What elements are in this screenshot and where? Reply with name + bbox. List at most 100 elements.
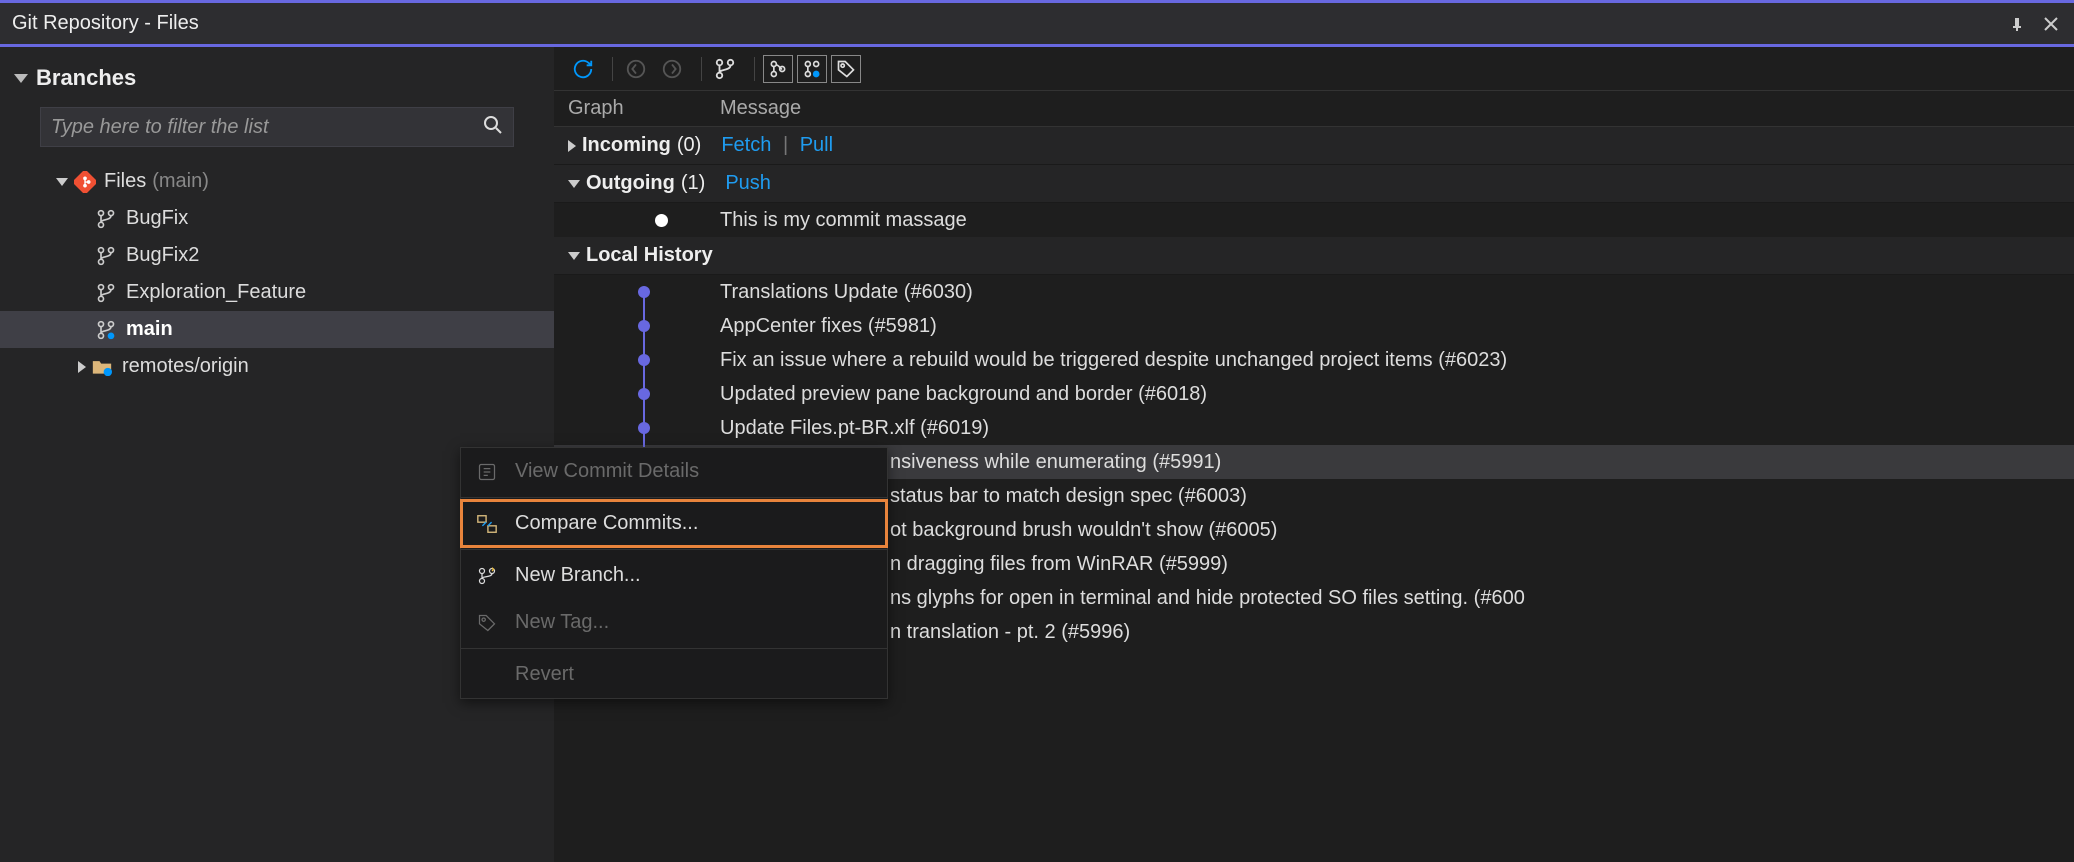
commit-message: This is my commit massage	[720, 209, 2074, 232]
new-branch-icon	[475, 564, 499, 588]
commit-message: status bar to match design spec (#6003)	[720, 485, 2074, 508]
commit-message: n translation - pt. 2 (#5996)	[720, 621, 2074, 644]
pull-link[interactable]: Pull	[800, 134, 833, 156]
push-link[interactable]: Push	[725, 172, 771, 194]
link-separator: |	[783, 134, 788, 156]
remotes-node[interactable]: remotes/origin	[0, 348, 554, 385]
revert-icon	[475, 663, 499, 687]
branch-icon	[96, 283, 116, 303]
chevron-down-icon	[568, 252, 580, 260]
outgoing-section[interactable]: Outgoing (1) Push	[554, 165, 2074, 203]
outgoing-count: (1)	[681, 172, 705, 195]
ctx-revert: Revert	[461, 651, 887, 698]
toolbar-separator	[612, 57, 613, 81]
branch-tree: Files (main) BugFix BugFix2 Exploration_…	[0, 157, 554, 385]
chevron-down-icon	[568, 180, 580, 188]
tags-toggle[interactable]	[831, 55, 861, 83]
branch-item[interactable]: BugFix2	[0, 237, 554, 274]
refresh-button[interactable]	[568, 54, 598, 84]
commit-row[interactable]: AppCenter fixes (#5981)	[554, 309, 2074, 343]
ctx-new-branch[interactable]: New Branch...	[461, 552, 887, 599]
commit-dot	[638, 388, 650, 400]
branch-filter-input[interactable]	[51, 116, 483, 139]
pin-icon[interactable]	[2006, 13, 2028, 35]
new-tag-icon	[475, 611, 499, 635]
compare-icon	[475, 512, 499, 536]
commit-message: AppCenter fixes (#5981)	[720, 315, 2074, 338]
branch-graph-button[interactable]	[710, 54, 740, 84]
branch-icon	[96, 246, 116, 266]
incoming-label: Incoming	[582, 134, 671, 157]
ctx-compare-commits[interactable]: Compare Commits...	[461, 500, 887, 547]
commit-context-menu: View Commit Details Compare Commits... N…	[460, 447, 888, 699]
col-message-header: Message	[720, 97, 2060, 120]
outgoing-commit-row[interactable]: This is my commit massage	[554, 203, 2074, 237]
local-history-section[interactable]: Local History	[554, 237, 2074, 275]
branch-item[interactable]: Exploration_Feature	[0, 274, 554, 311]
folder-remote-icon	[92, 358, 112, 376]
branch-name: BugFix2	[126, 244, 199, 267]
branch-icon	[96, 209, 116, 229]
toolbar-separator	[701, 57, 702, 81]
commit-message: Updated preview pane background and bord…	[720, 383, 2074, 406]
commit-message: ot background brush wouldn't show (#6005…	[720, 519, 2074, 542]
graph-remote-toggle[interactable]	[797, 55, 827, 83]
commit-dot	[638, 422, 650, 434]
commit-row[interactable]: Translations Update (#6030)	[554, 275, 2074, 309]
chevron-right-icon	[78, 361, 86, 373]
commit-details-icon	[475, 460, 499, 484]
commit-message: ns glyphs for open in terminal and hide …	[720, 587, 2074, 610]
commit-dot	[638, 286, 650, 298]
incoming-count: (0)	[677, 134, 701, 157]
window-title: Git Repository - Files	[12, 12, 199, 35]
chevron-down-icon	[14, 74, 28, 83]
repo-root-node[interactable]: Files (main)	[0, 163, 554, 200]
commit-row[interactable]: Fix an issue where a rebuild would be tr…	[554, 343, 2074, 377]
branch-item[interactable]: BugFix	[0, 200, 554, 237]
history-back-button	[621, 54, 651, 84]
toolbar-separator	[754, 57, 755, 81]
branch-name: Exploration_Feature	[126, 281, 306, 304]
branches-label: Branches	[36, 65, 136, 91]
commit-row[interactable]: Updated preview pane background and bord…	[554, 377, 2074, 411]
ctx-label: New Tag...	[515, 611, 609, 634]
history-toolbar	[554, 47, 2074, 91]
incoming-section[interactable]: Incoming (0) Fetch | Pull	[554, 127, 2074, 165]
branch-item-current[interactable]: main	[0, 311, 554, 348]
history-columns-header: Graph Message	[554, 91, 2074, 127]
col-graph-header: Graph	[568, 97, 720, 120]
git-icon	[74, 171, 96, 193]
ctx-view-commit-details: View Commit Details	[461, 448, 887, 495]
chevron-right-icon	[568, 140, 576, 152]
ctx-new-tag: New Tag...	[461, 599, 887, 646]
ctx-label: Revert	[515, 663, 574, 686]
commit-message: Fix an issue where a rebuild would be tr…	[720, 349, 2074, 372]
commit-row[interactable]: Update Files.pt-BR.xlf (#6019)	[554, 411, 2074, 445]
menu-separator	[461, 648, 887, 649]
menu-separator	[461, 497, 887, 498]
commit-message: Update Files.pt-BR.xlf (#6019)	[720, 417, 2074, 440]
fetch-link[interactable]: Fetch	[721, 134, 771, 156]
branch-filter[interactable]	[40, 107, 514, 147]
commit-message: n dragging files from WinRAR (#5999)	[720, 553, 2074, 576]
commit-dot	[638, 354, 650, 366]
branch-current-icon	[96, 320, 116, 340]
chevron-down-icon	[56, 178, 68, 186]
graph-local-toggle[interactable]	[763, 55, 793, 83]
branch-name: main	[126, 318, 173, 341]
close-icon[interactable]	[2040, 13, 2062, 35]
titlebar: Git Repository - Files	[0, 0, 2074, 44]
commit-head-dot	[655, 214, 668, 227]
branches-header[interactable]: Branches	[0, 59, 554, 97]
menu-separator	[461, 549, 887, 550]
outgoing-label: Outgoing	[586, 172, 675, 195]
commit-message: Translations Update (#6030)	[720, 281, 2074, 304]
ctx-label: Compare Commits...	[515, 512, 698, 535]
local-history-label: Local History	[586, 244, 713, 267]
search-icon[interactable]	[483, 115, 503, 140]
remotes-label: remotes/origin	[122, 355, 249, 378]
repo-current-branch: (main)	[152, 170, 209, 193]
ctx-label: New Branch...	[515, 564, 641, 587]
commit-message: nsiveness while enumerating (#5991)	[720, 451, 2074, 474]
commit-dot	[638, 320, 650, 332]
